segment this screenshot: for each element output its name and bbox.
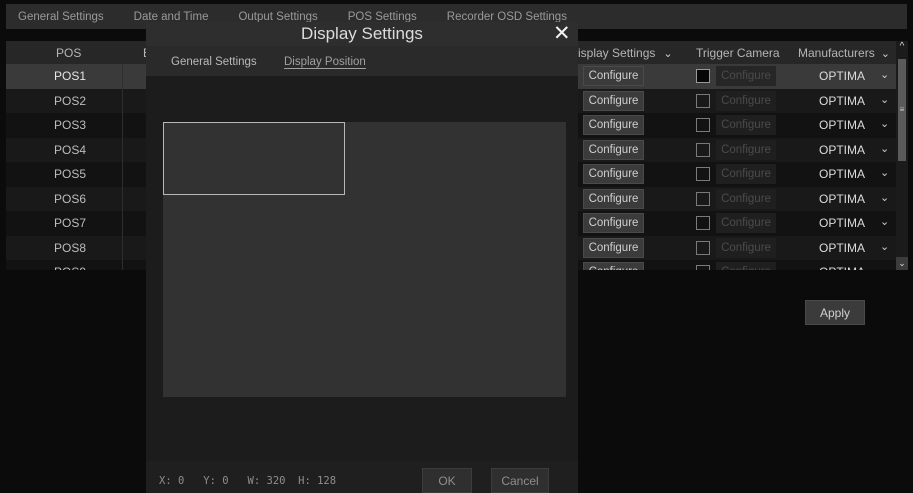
configure-display-button[interactable]: Configure — [583, 262, 644, 270]
chevron-down-icon[interactable]: ⌄ — [880, 215, 889, 228]
header-display-settings-label: isplay Settings — [578, 46, 656, 60]
chevron-down-icon[interactable]: ⌄ — [880, 264, 889, 270]
header-trigger-camera: Trigger Camera — [696, 46, 780, 60]
chevron-down-icon[interactable]: ⌄ — [880, 117, 889, 130]
configure-camera-button[interactable]: Configure — [716, 90, 776, 111]
configure-camera-button[interactable]: Configure — [716, 115, 776, 135]
manufacturer-select[interactable]: OPTIMA — [819, 143, 865, 157]
column-divider — [122, 137, 123, 162]
scroll-down-icon[interactable]: ⌄ — [896, 257, 908, 270]
header-manufacturers-label: Manufacturers — [798, 46, 875, 60]
coord-x: X: 0 — [159, 475, 185, 487]
manufacturer-select[interactable]: OPTIMA — [819, 192, 865, 206]
tab-dialog-display-position[interactable]: Display Position — [284, 56, 366, 68]
pos-name: POS9 — [54, 265, 86, 270]
column-divider — [122, 162, 123, 187]
pos-name: POS4 — [54, 142, 87, 157]
manufacturer-select[interactable]: OPTIMA — [819, 241, 865, 255]
configure-camera-button[interactable]: Configure — [716, 66, 776, 86]
header-manufacturers[interactable]: Manufacturers ⌄ — [798, 46, 890, 60]
trigger-camera-checkbox[interactable] — [696, 167, 710, 181]
manufacturer-select[interactable]: OPTIMA — [819, 265, 865, 270]
close-icon[interactable]: ✕ — [553, 21, 571, 46]
ok-button[interactable]: OK — [422, 468, 472, 493]
configure-display-button[interactable]: Configure — [583, 66, 644, 86]
pos-name: POS2 — [54, 93, 87, 108]
manufacturer-select[interactable]: OPTIMA — [819, 94, 865, 108]
coord-y: Y: 0 — [203, 475, 229, 487]
trigger-camera-checkbox[interactable] — [696, 118, 710, 132]
dialog-header: Display Settings ✕ — [146, 22, 578, 46]
pos-name: POS3 — [54, 118, 87, 132]
chevron-down-icon[interactable]: ⌄ — [880, 93, 889, 106]
pos-name: POS7 — [54, 216, 87, 230]
configure-display-button[interactable]: Configure — [583, 139, 644, 160]
dialog-title: Display Settings — [301, 24, 423, 43]
chevron-down-icon[interactable]: ⌄ — [880, 166, 889, 179]
configure-display-button[interactable]: Configure — [583, 237, 644, 258]
chevron-down-icon: ⌄ — [880, 48, 890, 60]
column-divider — [122, 88, 123, 113]
manufacturer-select[interactable]: OPTIMA — [819, 216, 865, 230]
chevron-down-icon[interactable]: ⌄ — [880, 68, 889, 81]
configure-camera-button[interactable]: Configure — [716, 213, 776, 233]
pos-name: POS6 — [54, 191, 87, 206]
manufacturer-select[interactable]: OPTIMA — [819, 69, 865, 83]
configure-display-button[interactable]: Configure — [583, 90, 644, 111]
table-scrollbar[interactable]: ^ ≡ ⌄ — [896, 41, 908, 270]
manufacturer-select[interactable]: OPTIMA — [819, 118, 865, 132]
grip-icon: ≡ — [899, 105, 905, 114]
configure-camera-button[interactable]: Configure — [716, 237, 776, 258]
tab-general-settings[interactable]: General Settings — [6, 11, 119, 23]
column-divider — [122, 235, 123, 260]
configure-camera-button[interactable]: Configure — [716, 164, 776, 184]
trigger-camera-checkbox[interactable] — [696, 191, 710, 206]
display-position-canvas[interactable] — [163, 122, 566, 397]
pos-name: POS5 — [54, 167, 87, 181]
column-divider — [122, 211, 123, 236]
trigger-camera-checkbox[interactable] — [696, 69, 710, 83]
tab-date-and-time[interactable]: Date and Time — [119, 11, 224, 23]
trigger-camera-checkbox[interactable] — [696, 142, 710, 157]
chevron-down-icon[interactable]: ⌄ — [880, 142, 889, 155]
configure-camera-button[interactable]: Configure — [716, 262, 776, 270]
configure-camera-button[interactable]: Configure — [716, 188, 776, 209]
tab-output-settings[interactable]: Output Settings — [223, 11, 332, 23]
coord-w: W: 320 — [247, 475, 286, 487]
header-display-settings[interactable]: isplay Settings ⌄ — [578, 46, 673, 60]
column-divider — [122, 64, 123, 89]
dialog-body — [146, 76, 578, 461]
manufacturer-select[interactable]: OPTIMA — [819, 167, 865, 181]
configure-display-button[interactable]: Configure — [583, 213, 644, 233]
trigger-camera-checkbox[interactable] — [696, 216, 710, 230]
dialog-tabs: General Settings Display Position — [146, 46, 578, 76]
configure-display-button[interactable]: Configure — [583, 115, 644, 135]
pos-name: POS8 — [54, 240, 87, 255]
tab-dialog-general-settings[interactable]: General Settings — [171, 56, 257, 68]
column-divider — [122, 260, 123, 270]
configure-display-button[interactable]: Configure — [583, 188, 644, 209]
display-position-box[interactable] — [163, 122, 345, 195]
apply-button[interactable]: Apply — [805, 300, 865, 325]
coord-h: H: 128 — [298, 475, 337, 487]
display-settings-dialog: Display Settings ✕ General Settings Disp… — [146, 22, 578, 493]
configure-display-button[interactable]: Configure — [583, 164, 644, 184]
trigger-camera-checkbox[interactable] — [696, 265, 710, 270]
chevron-down-icon[interactable]: ⌄ — [880, 240, 889, 253]
scroll-thumb[interactable]: ≡ — [898, 59, 906, 161]
column-divider — [122, 113, 123, 138]
cancel-button[interactable]: Cancel — [491, 468, 549, 493]
configure-camera-button[interactable]: Configure — [716, 139, 776, 160]
trigger-camera-checkbox[interactable] — [696, 240, 710, 255]
scroll-up-icon[interactable]: ^ — [896, 41, 908, 53]
header-pos: POS — [56, 46, 82, 60]
trigger-camera-checkbox[interactable] — [696, 93, 710, 108]
chevron-down-icon[interactable]: ⌄ — [880, 191, 889, 204]
dialog-footer: X: 0 Y: 0 W: 320 H: 128 OK Cancel — [146, 461, 578, 493]
pos-name: POS1 — [54, 69, 87, 83]
coordinates-readout: X: 0 Y: 0 W: 320 H: 128 — [159, 475, 336, 487]
tab-pos-settings[interactable]: POS Settings — [333, 11, 432, 23]
chevron-down-icon: ⌄ — [663, 48, 673, 60]
column-divider — [122, 186, 123, 211]
